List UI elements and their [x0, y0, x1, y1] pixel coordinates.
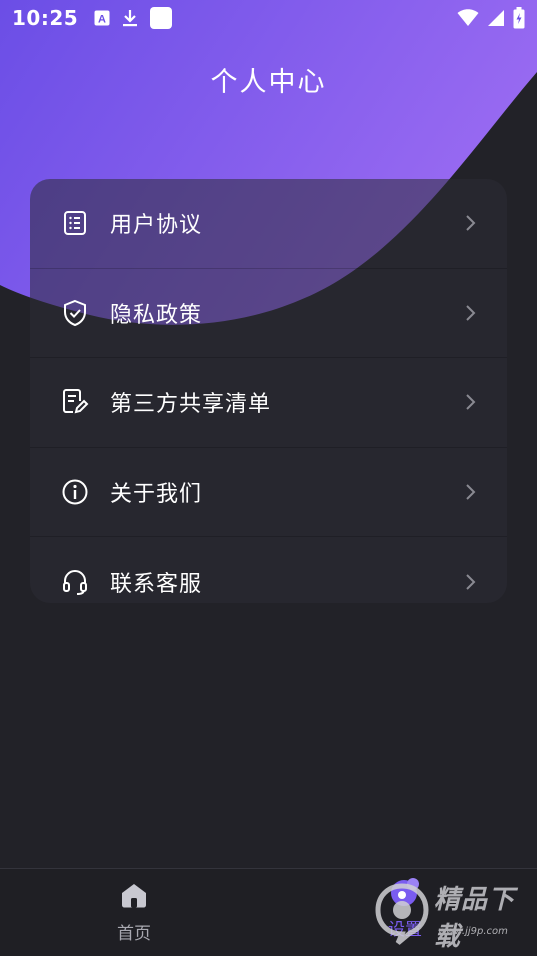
chevron-right-icon	[461, 392, 481, 412]
watermark-text: 精品下载	[434, 885, 516, 952]
menu-item-label: 第三方共享清单	[110, 392, 272, 418]
wifi-icon	[457, 9, 479, 27]
chevron-right-icon	[461, 303, 481, 323]
menu-item-customer-service[interactable]: 联系客服	[30, 537, 507, 603]
battery-icon	[513, 7, 525, 29]
download-icon	[122, 9, 138, 27]
menu-item-label: 用户协议	[110, 213, 203, 239]
chevron-right-icon	[461, 482, 481, 502]
menu-item-user-agreement[interactable]: 用户协议	[30, 179, 507, 269]
nav-tab-home[interactable]: 首页	[104, 881, 164, 944]
status-bar: 10:25 A	[0, 0, 537, 36]
menu-item-label: 隐私政策	[110, 302, 203, 328]
menu-item-about-us[interactable]: 关于我们	[30, 448, 507, 538]
menu-item-third-party-sharing[interactable]: 第三方共享清单	[30, 358, 507, 448]
chevron-right-icon	[461, 213, 481, 233]
shield-check-icon	[60, 298, 90, 328]
menu-card: 用户协议 隐私政策 第三方共享清单 关于我们 联系客服	[30, 179, 507, 603]
menu-item-privacy-policy[interactable]: 隐私政策	[30, 269, 507, 359]
chevron-right-icon	[461, 572, 481, 592]
signal-icon	[487, 9, 505, 27]
headset-icon	[60, 567, 90, 597]
document-list-icon	[60, 208, 90, 238]
status-time: 10:25	[12, 6, 79, 30]
a-box-icon: A	[94, 10, 110, 26]
square-icon	[150, 7, 173, 29]
home-icon	[119, 881, 149, 913]
watermark: 精品下载 www.jj9p.com	[374, 880, 534, 952]
menu-item-label: 关于我们	[110, 482, 203, 508]
watermark-url: www.jj9p.com	[438, 926, 508, 937]
document-edit-icon	[60, 387, 90, 417]
menu-item-label: 联系客服	[110, 572, 203, 598]
svg-text:A: A	[98, 14, 106, 26]
page-title: 个人中心	[210, 67, 327, 98]
info-icon	[60, 477, 90, 507]
nav-home-label: 首页	[117, 924, 151, 944]
watermark-logo-icon	[374, 883, 430, 949]
